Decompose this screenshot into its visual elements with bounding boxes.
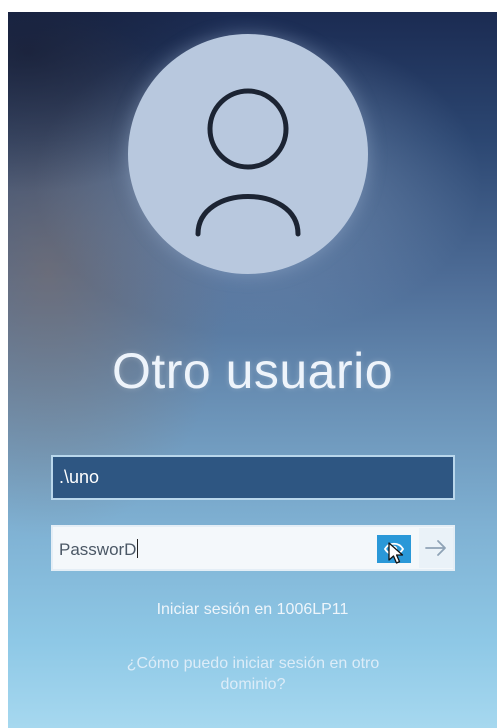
signin-target-text: Iniciar sesión en 1006LP11 xyxy=(156,601,349,618)
user-display-name: Otro usuario xyxy=(111,343,394,399)
arrow-right-icon xyxy=(425,540,446,556)
lock-screen: Otro usuario .\uno PassworD Iniciar sesi… xyxy=(8,12,497,728)
user-avatar xyxy=(128,34,368,274)
password-row: PassworD xyxy=(51,525,455,571)
mouse-cursor-icon xyxy=(388,542,404,564)
password-value: PassworD xyxy=(59,540,137,559)
photo-frame: Otro usuario .\uno PassworD Iniciar sesi… xyxy=(0,0,499,728)
text-caret xyxy=(137,539,139,558)
submit-button[interactable] xyxy=(419,528,453,568)
password-text: PassworD xyxy=(59,539,139,560)
reveal-password-button[interactable] xyxy=(377,535,411,564)
user-icon xyxy=(195,88,301,237)
other-domain-link[interactable]: ¿Cómo puedo iniciar sesión en otro domin… xyxy=(103,653,403,695)
username-field[interactable]: .\uno xyxy=(51,455,455,500)
